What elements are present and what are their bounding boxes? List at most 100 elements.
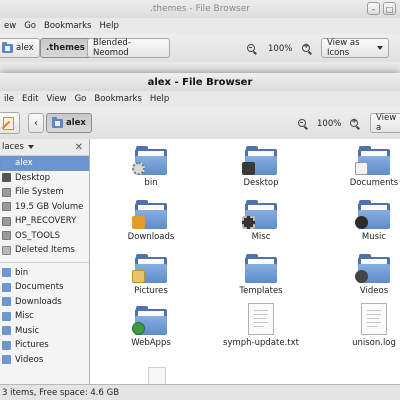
bg-path-alex-button[interactable]: alex (0, 38, 40, 58)
bg-window-title: .themes - File Browser (150, 4, 250, 14)
folder-icon (132, 306, 167, 335)
bg-menu-view[interactable]: ew (0, 21, 20, 31)
fg-toolbar: ‹ alex 100% View a (0, 107, 400, 139)
home-folder-icon (2, 41, 13, 53)
sidebar-item-videos[interactable]: Videos (0, 353, 89, 368)
fg-titlebar[interactable]: alex - File Browser (0, 73, 400, 91)
music-emblem-icon (355, 216, 368, 229)
file-item-desktop[interactable]: Desktop (219, 146, 303, 188)
sidebar-item-music[interactable]: Music (0, 324, 89, 339)
sidebar-divider (0, 258, 89, 263)
sidebar-item-documents[interactable]: Documents (0, 280, 89, 295)
gear-emblem-icon (132, 162, 145, 175)
menu-help[interactable]: Help (146, 94, 173, 104)
sidebar-item-desktop[interactable]: Desktop (0, 171, 89, 186)
folder-icon (2, 326, 11, 336)
file-item-videos[interactable]: Videos (332, 254, 400, 296)
file-item-unison-log[interactable]: unison.log (332, 303, 400, 348)
sidebar-item-file-system[interactable]: File System (0, 185, 89, 200)
folder-icon (2, 355, 11, 365)
bg-menu-bookmarks[interactable]: Bookmarks (40, 21, 96, 31)
menu-view[interactable]: View (42, 94, 70, 104)
file-item-pictures[interactable]: Pictures (109, 254, 193, 296)
folder-icon (2, 297, 11, 307)
bg-menu-help[interactable]: Help (95, 21, 122, 31)
drive-icon (2, 187, 11, 197)
bg-zoom-level: 100% (268, 44, 293, 54)
status-text: 3 items, Free space: 4.6 GB (2, 387, 120, 398)
places-select[interactable]: laces (2, 142, 34, 152)
zoom-in-icon[interactable] (350, 117, 358, 127)
file-item-music[interactable]: Music (332, 200, 400, 242)
bg-path-themes-button[interactable]: .themes (40, 38, 91, 58)
zoom-out-icon[interactable] (247, 44, 255, 52)
file-item-bin[interactable]: bin (109, 146, 193, 188)
zoom-in-icon[interactable] (302, 42, 310, 52)
trash-icon (2, 245, 11, 255)
bookmarks-list: bin Documents Downloads Misc Music Pictu… (0, 266, 89, 368)
folder-icon (2, 268, 11, 278)
folder-icon (242, 146, 277, 175)
globe-emblem-icon (132, 322, 145, 335)
drive-icon (2, 202, 11, 212)
status-bar: 3 items, Free space: 4.6 GB (0, 384, 400, 400)
file-item-documents[interactable]: Documents (332, 146, 400, 188)
bg-path-blended-button[interactable]: Blended-Neomod (87, 38, 170, 58)
zoom-out-icon[interactable] (298, 119, 306, 127)
back-button[interactable]: ‹ (28, 113, 44, 133)
sidebar-item-downloads[interactable]: Downloads (0, 295, 89, 310)
drive-icon (2, 231, 11, 241)
menu-file[interactable]: ile (0, 94, 18, 104)
sidebar-item-volume[interactable]: 19.5 GB Volume (0, 200, 89, 215)
bg-menu-go[interactable]: Go (20, 21, 40, 31)
folder-icon (355, 146, 390, 175)
file-item-templates[interactable]: Templates (219, 254, 303, 296)
picture-emblem-icon (132, 270, 145, 283)
menu-bookmarks[interactable]: Bookmarks (90, 94, 146, 104)
chevron-down-icon (377, 46, 383, 50)
text-file-icon (248, 303, 274, 335)
file-item-downloads[interactable]: Downloads (109, 200, 193, 242)
zoom-level: 100% (317, 119, 342, 129)
close-icon[interactable]: ✕ (75, 142, 83, 153)
foreground-window[interactable]: alex - File Browser ile Edit View Go Boo… (0, 73, 400, 400)
bg-minimize-button[interactable]: – (367, 2, 380, 15)
file-item-webapps[interactable]: WebApps (109, 306, 193, 348)
bg-view-select[interactable]: View as Icons (321, 38, 389, 58)
drive-icon (2, 216, 11, 226)
file-item-symph-update[interactable]: symph-update.txt (219, 303, 303, 348)
sidebar-item-pictures[interactable]: Pictures (0, 338, 89, 353)
sidebar-item-alex[interactable]: alex (0, 156, 89, 171)
folder-icon (132, 254, 167, 283)
file-item-misc[interactable]: Misc (219, 200, 303, 242)
bg-maximize-button[interactable]: □ (383, 2, 396, 15)
menu-go[interactable]: Go (71, 94, 91, 104)
folder-icon (2, 311, 11, 321)
sidebar-item-deleted-items[interactable]: Deleted Items (0, 243, 89, 258)
home-folder-icon (2, 158, 11, 168)
chevron-down-icon (27, 145, 34, 149)
bg-toolbar: alex .themes Blended-Neomod 100% View as… (0, 34, 400, 62)
home-folder-icon (52, 116, 63, 128)
folder-icon (132, 146, 167, 175)
view-select[interactable]: View a (370, 113, 400, 133)
download-emblem-icon (132, 216, 145, 229)
places-list: alex Desktop File System 19.5 GB Volume … (0, 156, 89, 258)
background-window[interactable]: .themes - File Browser – □ ew Go Bookmar… (0, 0, 400, 80)
folder-icon (2, 282, 11, 292)
folder-icon (355, 200, 390, 229)
fg-window-title: alex - File Browser (147, 76, 253, 88)
menu-edit[interactable]: Edit (18, 94, 42, 104)
sidebar-item-bin[interactable]: bin (0, 266, 89, 281)
sidebar-item-hp-recovery[interactable]: HP_RECOVERY (0, 214, 89, 229)
sidebar-item-misc[interactable]: Misc (0, 309, 89, 324)
bg-titlebar[interactable]: .themes - File Browser – □ (0, 0, 400, 18)
desktop-icon (2, 173, 11, 183)
icon-view[interactable]: bin Desktop Documents Downloads Misc Mus… (90, 139, 400, 384)
sidebar-header: laces ✕ (0, 139, 89, 156)
location-toggle-button[interactable] (0, 112, 20, 134)
sidebar[interactable]: laces ✕ alex Desktop File System 19.5 GB… (0, 139, 90, 384)
sidebar-item-os-tools[interactable]: OS_TOOLS (0, 229, 89, 244)
chevron-left-icon: ‹ (34, 117, 38, 129)
path-alex-button[interactable]: alex (46, 113, 92, 133)
